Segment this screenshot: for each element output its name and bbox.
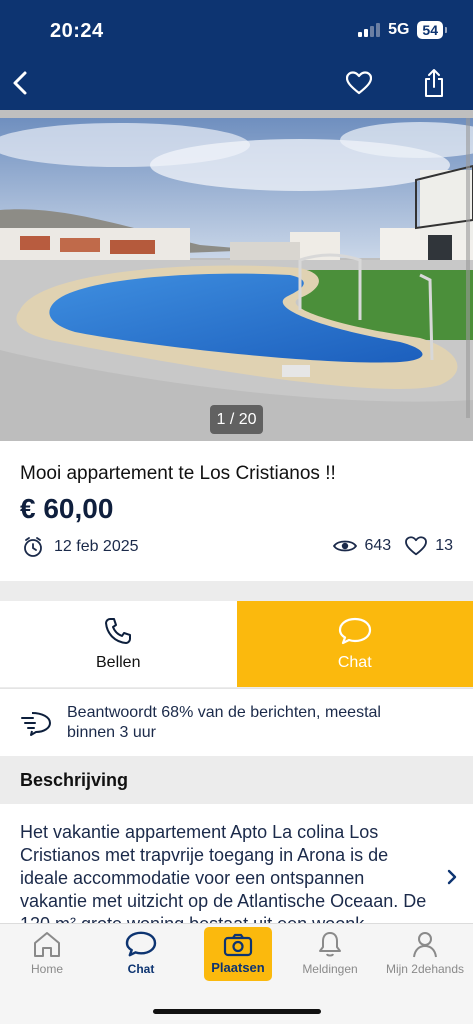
heart-outline-icon [405, 536, 428, 556]
favorite-button[interactable] [343, 68, 375, 98]
views-value: 643 [364, 537, 392, 554]
bell-icon [319, 932, 341, 957]
listing-title: Mooi appartement te Los Cristianos !! [20, 463, 336, 484]
photo-counter: 1 / 20 [210, 405, 263, 434]
listing-stats: 643 13 [332, 536, 453, 556]
chat-bubble-icon [338, 617, 371, 645]
phone-icon [105, 618, 132, 644]
favorites-count: 13 [405, 536, 453, 556]
reply-rate-text: Beantwoordt 68% van de berichten, meesta… [67, 704, 381, 741]
description-section[interactable]: Het vakantie appartement Apto La colina … [0, 804, 473, 924]
battery-icon: 54 [417, 21, 447, 39]
back-button[interactable] [6, 66, 34, 100]
home-indicator[interactable] [153, 1009, 321, 1014]
tab-notifications[interactable]: Meldingen [283, 930, 377, 976]
home-icon [34, 932, 60, 957]
tab-chat-label: Chat [127, 962, 155, 976]
chat-button[interactable]: Chat [236, 601, 473, 687]
tab-chat[interactable]: Chat [94, 930, 188, 976]
tab-profile[interactable]: Mijn 2dehands [378, 930, 472, 976]
tab-place-ad[interactable]: Plaatsen [204, 927, 272, 981]
camera-icon [223, 933, 253, 957]
chevron-right-icon[interactable] [446, 868, 458, 886]
chat-label: Chat [337, 654, 372, 671]
favorites-value: 13 [435, 537, 453, 554]
heart-outline-icon [346, 71, 372, 95]
chat-bubble-icon [125, 931, 157, 957]
listing-photo[interactable] [0, 110, 473, 441]
status-indicators: 5G 54 [358, 21, 447, 39]
date-label: 12 feb 2025 [54, 538, 139, 555]
listing-info: Mooi appartement te Los Cristianos !! € … [0, 441, 473, 581]
reply-rate-info: Beantwoordt 68% van de berichten, meesta… [0, 688, 473, 756]
eye-icon [332, 540, 357, 552]
app-header: 20:24 5G 54 [0, 0, 473, 110]
listing-price: € 60,00 [20, 493, 114, 524]
tab-home[interactable]: Home [0, 930, 94, 976]
fast-reply-icon [21, 712, 51, 736]
clock-icon [24, 537, 42, 557]
views-count: 643 [332, 537, 392, 555]
network-label: 5G [388, 21, 410, 38]
status-time: 20:24 [50, 20, 104, 42]
signal-icon [358, 23, 381, 37]
call-label: Bellen [96, 654, 141, 671]
share-icon [425, 69, 443, 97]
contact-actions: Bellen Chat [0, 601, 473, 687]
description-text: Het vakantie appartement Apto La colina … [20, 822, 427, 924]
user-icon [413, 932, 437, 958]
call-button[interactable]: Bellen [0, 601, 237, 687]
tab-notifications-label: Meldingen [302, 962, 358, 976]
description-header: Beschrijving [0, 756, 473, 804]
share-button[interactable] [420, 66, 448, 100]
chevron-left-icon [13, 71, 27, 95]
listing-date: 12 feb 2025 [22, 536, 139, 558]
tab-place-label: Plaatsen [211, 960, 265, 975]
tab-home-label: Home [30, 962, 63, 976]
tab-profile-label: Mijn 2dehands [385, 962, 465, 976]
description-title: Beschrijving [20, 770, 129, 790]
